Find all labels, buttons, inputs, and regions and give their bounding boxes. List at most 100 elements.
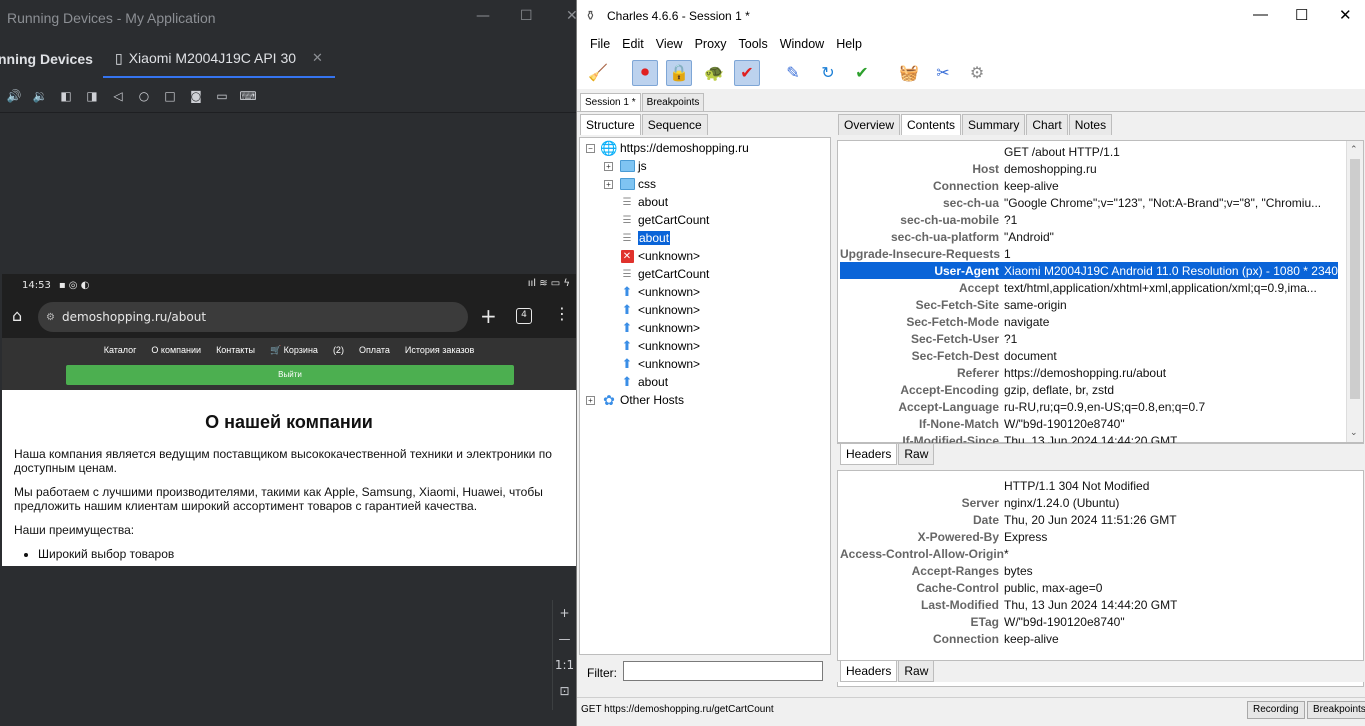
menu-edit[interactable]: Edit xyxy=(616,37,650,51)
header-row[interactable]: Accept-Encoding gzip, deflate, br, zstd xyxy=(840,381,1338,398)
tree-node-getcartcount[interactable]: ☰ getCartCount xyxy=(619,265,710,283)
header-row[interactable]: Sec-Fetch-Dest document xyxy=(840,347,1338,364)
recording-status-button[interactable]: Recording xyxy=(1247,701,1305,719)
breakpoints-icon[interactable]: ✔ xyxy=(734,60,760,86)
tab-session-1[interactable]: Session 1 * xyxy=(580,93,641,111)
tree-node-css[interactable]: + css xyxy=(604,175,656,193)
browser-menu-icon[interactable]: ⋮ xyxy=(554,304,570,323)
menu-view[interactable]: View xyxy=(650,37,689,51)
compose-pen-icon[interactable]: ✎ xyxy=(780,60,806,86)
tree-node-getcartcount[interactable]: ☰ getCartCount xyxy=(619,211,710,229)
rotate-right-icon[interactable]: ◨ xyxy=(84,88,100,104)
expand-icon[interactable]: + xyxy=(604,161,613,171)
tree-node-other-hosts[interactable]: + ✿ Other Hosts xyxy=(586,391,684,409)
tree-node-unknown[interactable]: ⬆ <unknown> xyxy=(619,319,701,337)
new-tab-icon[interactable]: + xyxy=(480,304,497,328)
back-icon[interactable]: ◁ xyxy=(110,88,126,104)
device-tab[interactable]: ▯ Xiaomi M2004J19C API 30 ✕ xyxy=(103,40,335,78)
close-tab-icon[interactable]: ✕ xyxy=(312,50,323,66)
header-row[interactable]: Server nginx/1.24.0 (Ubuntu) xyxy=(840,494,1338,511)
home-icon[interactable]: ⌂ xyxy=(12,306,22,325)
minimize-icon[interactable]: — xyxy=(1253,6,1268,23)
record-icon[interactable]: ▭ xyxy=(214,88,230,104)
header-row[interactable]: Accept text/html,application/xhtml+xml,ap… xyxy=(840,279,1338,296)
header-row[interactable]: sec-ch-ua "Google Chrome";v="123", "Not:A… xyxy=(840,194,1338,211)
scroll-down-icon[interactable]: ⌄ xyxy=(1350,427,1358,438)
fit-screen-button[interactable]: ⊡ xyxy=(553,678,576,704)
tab-overview[interactable]: Overview xyxy=(838,114,901,135)
nav-link-about[interactable]: О компании xyxy=(151,345,201,356)
url-bar[interactable]: ⚙ demoshopping.ru/about xyxy=(38,302,468,332)
nav-link-contacts[interactable]: Контакты xyxy=(216,345,255,356)
phone-screen[interactable]: 14:53 ▪ ◎ ◐ ııl ≋ ▭ ϟ ⌂ ⚙ demoshopping.r… xyxy=(2,274,576,566)
tree-node-unknown-error[interactable]: ✕ <unknown> xyxy=(619,247,700,265)
volume-down-icon[interactable]: 🔉 xyxy=(32,88,48,104)
header-row[interactable]: Sec-Fetch-Site same-origin xyxy=(840,296,1338,313)
nav-link-order-history[interactable]: История заказов xyxy=(405,345,474,356)
header-row[interactable]: Last-Modified Thu, 13 Jun 2024 14:44:20 G… xyxy=(840,596,1338,613)
tab-request-headers[interactable]: Headers xyxy=(840,444,898,465)
header-row[interactable]: Sec-Fetch-User ?1 xyxy=(840,330,1338,347)
filter-input[interactable] xyxy=(623,661,823,681)
header-row[interactable]: Upgrade-Insecure-Requests 1 xyxy=(840,245,1338,262)
menu-help[interactable]: Help xyxy=(830,37,868,51)
actual-size-button[interactable]: 1:1 xyxy=(553,652,576,678)
scroll-thumb[interactable] xyxy=(1350,159,1360,399)
overview-icon[interactable]: □ xyxy=(162,88,178,104)
tab-summary[interactable]: Summary xyxy=(962,114,1026,135)
nav-link-cart[interactable]: 🛒 Корзина xyxy=(270,345,318,356)
repeat-icon[interactable]: ↻ xyxy=(815,60,841,86)
tab-sequence[interactable]: Sequence xyxy=(641,114,708,135)
expand-icon[interactable]: + xyxy=(586,395,595,405)
menu-file[interactable]: File xyxy=(584,37,616,51)
header-row[interactable]: User-Agent Xiaomi M2004J19C Android 11.0 … xyxy=(840,262,1338,279)
menu-tools[interactable]: Tools xyxy=(733,37,774,51)
header-row[interactable]: sec-ch-ua-mobile ?1 xyxy=(840,211,1338,228)
minimize-icon[interactable]: — xyxy=(476,8,490,24)
broom-icon[interactable]: 🧹 xyxy=(585,60,611,86)
header-row[interactable]: sec-ch-ua-platform "Android" xyxy=(840,228,1338,245)
camera-icon[interactable]: ◙ xyxy=(188,88,204,104)
menu-window[interactable]: Window xyxy=(774,37,830,51)
close-icon[interactable]: ✕ xyxy=(1339,6,1352,24)
volume-up-icon[interactable]: 🔊 xyxy=(6,88,22,104)
zoom-out-button[interactable]: — xyxy=(553,626,576,652)
tree-node-unknown[interactable]: ⬆ <unknown> xyxy=(619,283,701,301)
tab-notes[interactable]: Notes xyxy=(1068,114,1113,135)
breakpoints-status-button[interactable]: Breakpoints xyxy=(1307,701,1365,719)
shopping-basket-icon[interactable]: 🧺 xyxy=(896,60,922,86)
nav-link-payment[interactable]: Оплата xyxy=(359,345,390,356)
keyboard-icon[interactable]: ⌨ xyxy=(239,88,256,104)
header-row[interactable]: If-None-Match W/"b9d-190120e8740" xyxy=(840,415,1338,432)
validate-check-icon[interactable]: ✔ xyxy=(849,60,875,86)
header-row[interactable]: Accept-Ranges bytes xyxy=(840,562,1338,579)
tab-request-raw[interactable]: Raw xyxy=(898,444,935,465)
tree-node-about[interactable]: ⬆ about xyxy=(619,373,668,391)
header-row[interactable]: Connection keep-alive xyxy=(840,177,1338,194)
tab-response-headers[interactable]: Headers xyxy=(840,661,898,682)
maximize-icon[interactable]: ☐ xyxy=(520,8,533,24)
record-icon[interactable]: ⏺ xyxy=(632,60,658,86)
expand-icon[interactable]: + xyxy=(604,179,613,189)
header-row[interactable]: Host demoshopping.ru xyxy=(840,160,1338,177)
header-row[interactable]: Sec-Fetch-Mode navigate xyxy=(840,313,1338,330)
tab-breakpoints[interactable]: Breakpoints xyxy=(641,93,705,111)
tab-count-button[interactable]: 4 xyxy=(516,308,532,324)
nav-link-catalog[interactable]: Каталог xyxy=(104,345,137,356)
zoom-in-button[interactable]: + xyxy=(553,600,576,626)
home-icon[interactable]: ○ xyxy=(136,88,152,104)
tab-structure[interactable]: Structure xyxy=(580,114,641,135)
request-scrollbar[interactable]: ⌃ ⌄ xyxy=(1346,141,1363,442)
header-row[interactable]: Connection keep-alive xyxy=(840,630,1338,647)
site-settings-icon[interactable]: ⚙ xyxy=(46,312,55,323)
header-row[interactable]: Referer https://demoshopping.ru/about xyxy=(840,364,1338,381)
maximize-icon[interactable]: ☐ xyxy=(1295,6,1308,24)
settings-gear-icon[interactable]: ⚙ xyxy=(964,60,990,86)
tab-response-raw[interactable]: Raw xyxy=(898,661,935,682)
tree-node-about-selected[interactable]: ☰ about xyxy=(619,229,671,247)
throttle-turtle-icon[interactable]: 🐢 xyxy=(701,60,727,86)
ssl-proxying-icon[interactable]: 🔒 xyxy=(666,60,692,86)
tree-node-unknown[interactable]: ⬆ <unknown> xyxy=(619,355,701,373)
collapse-icon[interactable]: − xyxy=(586,143,595,153)
tree-node-host[interactable]: − 🌐 https://demoshopping.ru xyxy=(586,139,749,157)
